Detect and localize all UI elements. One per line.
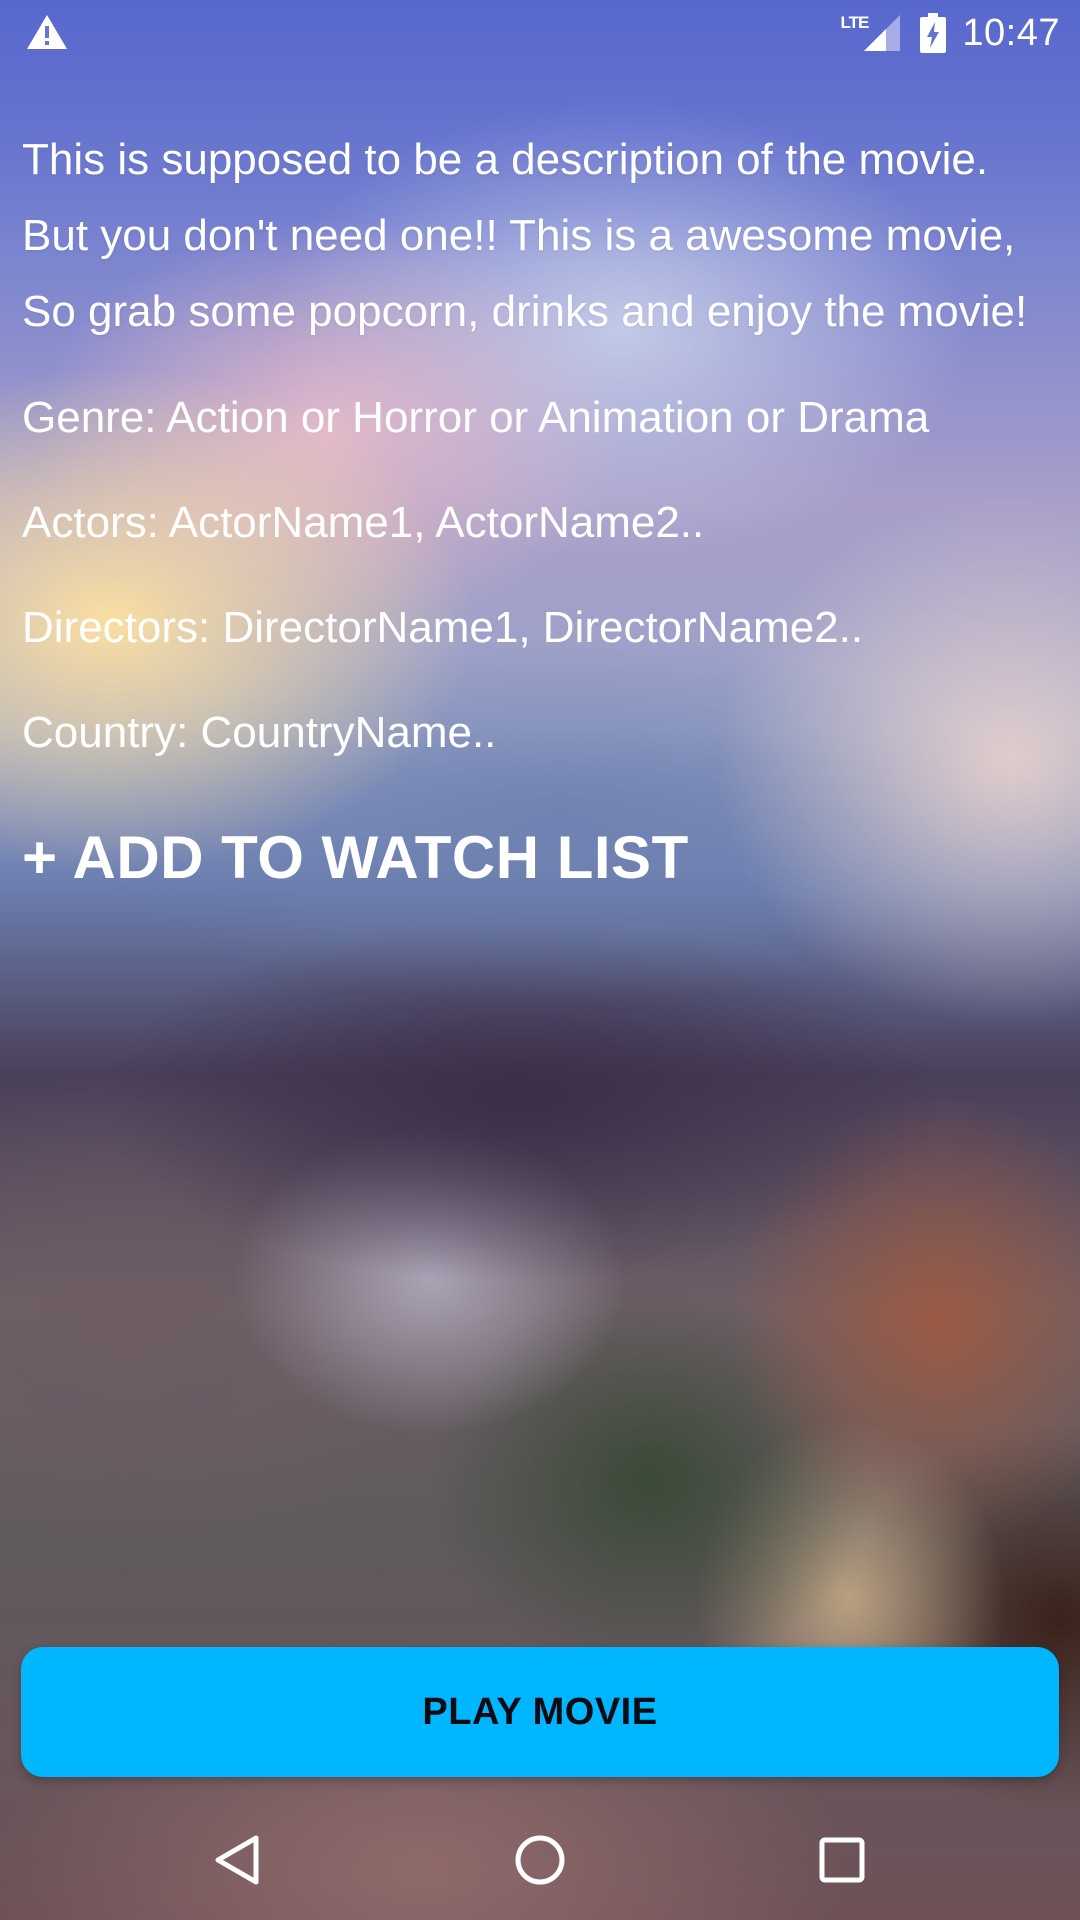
movie-details: This is supposed to be a description of … — [22, 122, 1062, 898]
home-icon[interactable] — [510, 1830, 570, 1890]
movie-description: This is supposed to be a description of … — [22, 135, 1028, 336]
signal-icon — [864, 15, 901, 51]
recents-icon[interactable] — [812, 1830, 872, 1890]
play-movie-button[interactable]: PLAY MOVIE — [21, 1647, 1059, 1777]
play-movie-label: PLAY MOVIE — [422, 1690, 658, 1733]
clock: 10:47 — [962, 11, 1060, 54]
movie-genre: Genre: Action or Horror or Animation or … — [22, 393, 930, 442]
movie-country: Country: CountryName.. — [22, 708, 497, 757]
navigation-bar — [0, 1800, 1080, 1920]
battery-charging-icon — [920, 13, 947, 53]
network-type-label: LTE — [840, 13, 870, 32]
warning-icon — [27, 15, 67, 49]
add-to-watch-list-button[interactable]: + ADD TO WATCH LIST — [22, 818, 689, 898]
back-icon[interactable] — [208, 1830, 268, 1890]
status-bar: LTE 10:47 — [0, 0, 1080, 64]
status-indicators: LTE 10:47 — [841, 8, 1060, 58]
movie-actors: Actors: ActorName1, ActorName2.. — [22, 498, 705, 547]
movie-directors: Directors: DirectorName1, DirectorName2.… — [22, 603, 864, 652]
